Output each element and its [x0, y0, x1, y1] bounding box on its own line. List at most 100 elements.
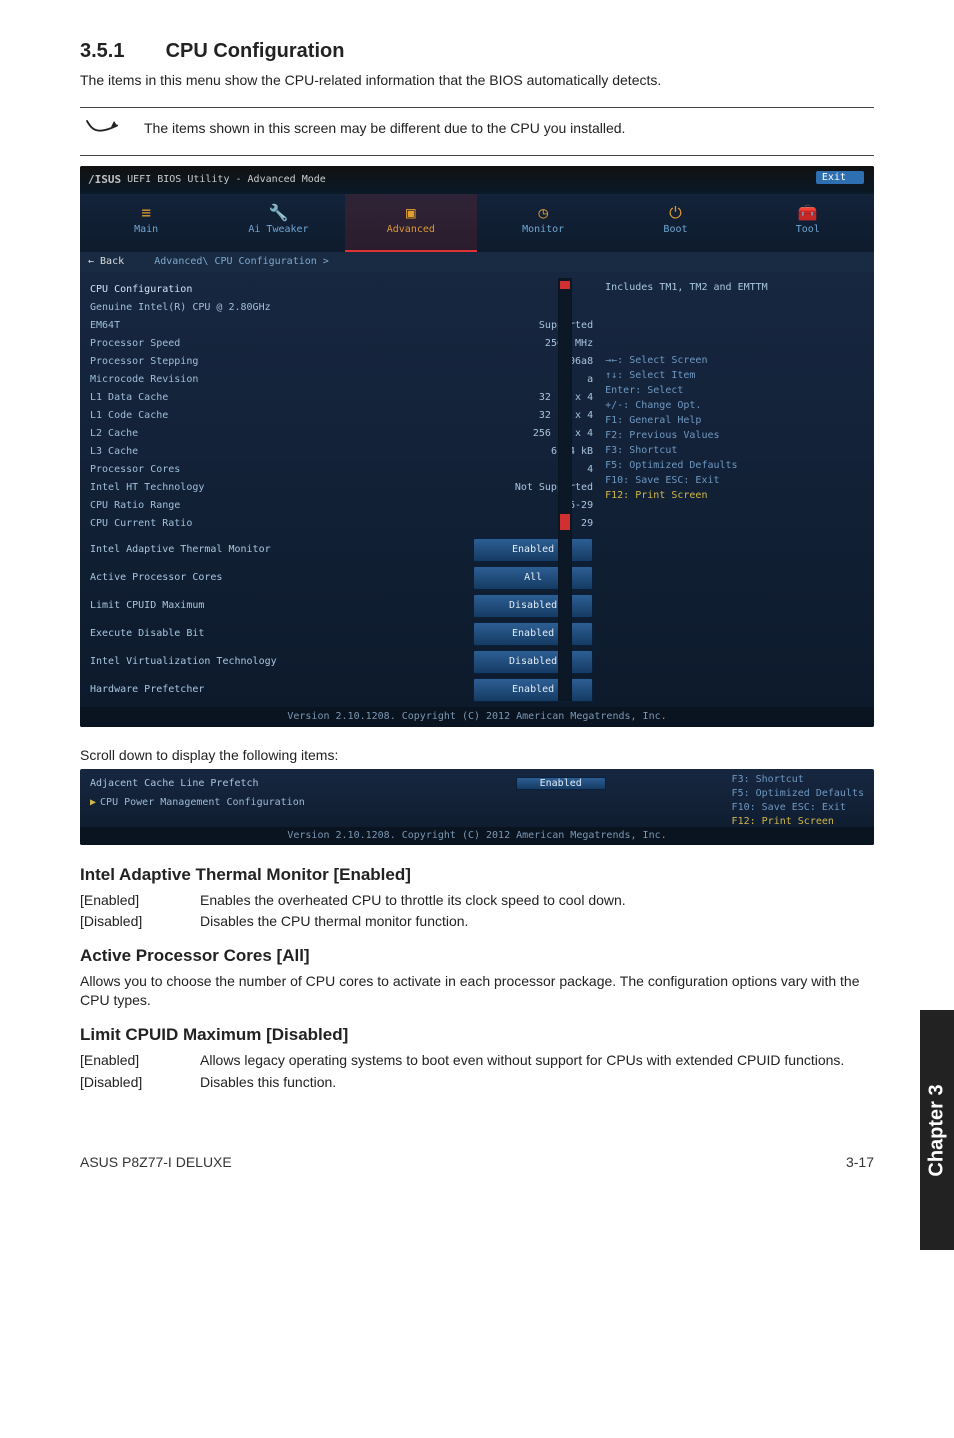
- bios-info-row: Processor Speed2500 MHz: [90, 335, 593, 353]
- info-value: 4: [473, 461, 593, 479]
- key-hint: +/-: Change Opt.: [605, 398, 841, 413]
- bios-info-row: L1 Data Cache32 kB x 4: [90, 389, 593, 407]
- bios-tab-bar: ≡Main 🔧Ai Tweaker ▣Advanced ◷Monitor ⏻Bo…: [80, 194, 874, 252]
- bios-info-row: Processor Stepping306a8: [90, 353, 593, 371]
- option-label: Hardware Prefetcher: [90, 679, 473, 701]
- bios-option-row[interactable]: Intel Adaptive Thermal MonitorEnabled: [90, 539, 593, 561]
- power-icon: ⏻: [609, 202, 741, 224]
- option-value-button[interactable]: All: [473, 566, 593, 590]
- tab-main[interactable]: ≡Main: [80, 194, 212, 252]
- key-hint: F12: Print Screen: [605, 488, 841, 503]
- option-tag: [Enabled]: [80, 1051, 200, 1071]
- option-desc: Allows legacy operating systems to boot …: [200, 1051, 874, 1071]
- bios-info-row: Processor Cores4: [90, 461, 593, 479]
- bios-body-heading: CPU Configuration: [90, 284, 593, 295]
- option-desc: Disables this function.: [200, 1073, 874, 1093]
- option-value-button[interactable]: Disabled: [473, 650, 593, 674]
- bios-option-row[interactable]: Intel Virtualization TechnologyDisabled: [90, 651, 593, 673]
- tab-monitor[interactable]: ◷Monitor: [477, 194, 609, 252]
- breadcrumb-path: Advanced\ CPU Configuration >: [154, 256, 329, 267]
- scrollbar[interactable]: [558, 278, 572, 701]
- bios-version-footer: Version 2.10.1208. Copyright (C) 2012 Am…: [80, 707, 874, 727]
- key-hint: F1: General Help: [605, 413, 841, 428]
- info-label: Processor Stepping: [90, 353, 473, 371]
- tab-main-label: Main: [134, 224, 158, 235]
- info-label: CPU Ratio Range: [90, 497, 473, 515]
- info-value: 16-29: [473, 497, 593, 515]
- info-value: 6144 kB: [473, 443, 593, 461]
- bios-info-row: L2 Cache256 kB x 4: [90, 425, 593, 443]
- bios-option-row[interactable]: Hardware PrefetcherEnabled: [90, 679, 593, 701]
- option-value-button[interactable]: Enabled: [473, 678, 593, 702]
- info-label: EM64T: [90, 317, 473, 335]
- note-icon: [80, 118, 124, 145]
- bios-info-list: Genuine Intel(R) CPU @ 2.80GHzEM64TSuppo…: [90, 299, 593, 533]
- page-footer: ASUS P8Z77-I DELUXE 3-17: [0, 1124, 954, 1210]
- submenu-label: CPU Power Management Configuration: [100, 797, 305, 808]
- section-title: CPU Configuration: [166, 40, 345, 62]
- bios-breadcrumb: ← Back Advanced\ CPU Configuration >: [80, 252, 874, 272]
- option-label: Limit CPUID Maximum: [90, 595, 473, 617]
- option-label: Execute Disable Bit: [90, 623, 473, 645]
- bios-info-row: CPU Ratio Range16-29: [90, 497, 593, 515]
- heading-lcm: Limit CPUID Maximum [Disabled]: [80, 1025, 874, 1045]
- option-enabled-row: [Enabled] Allows legacy operating system…: [80, 1051, 874, 1071]
- bios-logo: /ISUS: [88, 173, 121, 186]
- option-desc: Enables the overheated CPU to throttle i…: [200, 891, 874, 911]
- bios-option-row[interactable]: Limit CPUID MaximumDisabled: [90, 595, 593, 617]
- info-label: Processor Cores: [90, 461, 473, 479]
- info-value: Supported: [473, 317, 593, 335]
- bios-info-row: Microcode Revisiona: [90, 371, 593, 389]
- heading-apc: Active Processor Cores [All]: [80, 946, 874, 966]
- tab-boot[interactable]: ⏻Boot: [609, 194, 741, 252]
- option-value-button[interactable]: Enabled: [473, 622, 593, 646]
- option-disabled-row: [Disabled] Disables this function.: [80, 1073, 874, 1093]
- chapter-label: Chapter 3: [926, 1084, 949, 1176]
- bios-help-text: Includes TM1, TM2 and EMTTM: [605, 282, 841, 293]
- option-label: Intel Virtualization Technology: [90, 651, 473, 673]
- tab-boot-label: Boot: [663, 224, 687, 235]
- chapter-side-tab: Chapter 3: [920, 1010, 954, 1250]
- bios-exit-pill[interactable]: Exit: [816, 171, 864, 184]
- info-value: [473, 299, 593, 317]
- option-value-button[interactable]: Enabled: [516, 777, 606, 790]
- option-enabled-row: [Enabled] Enables the overheated CPU to …: [80, 891, 874, 911]
- bios-key-hints: F3: ShortcutF5: Optimized DefaultsF10: S…: [732, 773, 864, 829]
- info-value: 32 kB x 4: [473, 389, 593, 407]
- bios-info-row: Genuine Intel(R) CPU @ 2.80GHz: [90, 299, 593, 317]
- key-hint: F5: Optimized Defaults: [732, 787, 864, 801]
- note-text: The items shown in this screen may be di…: [124, 118, 625, 136]
- option-tag: [Disabled]: [80, 912, 200, 932]
- scroll-caption: Scroll down to display the following ite…: [80, 747, 874, 763]
- tab-advanced[interactable]: ▣Advanced: [345, 194, 477, 252]
- option-desc: Disables the CPU thermal monitor functio…: [200, 912, 874, 932]
- scroll-thumb[interactable]: [560, 514, 570, 530]
- intro-text: The items in this menu show the CPU-rela…: [80, 71, 874, 91]
- info-label: Genuine Intel(R) CPU @ 2.80GHz: [90, 299, 473, 317]
- section-heading: 3.5.1 CPU Configuration: [80, 40, 874, 63]
- tab-ai-tweaker[interactable]: 🔧Ai Tweaker: [212, 194, 344, 252]
- key-hint: →←: Select Screen: [605, 353, 841, 368]
- bios-version-footer: Version 2.10.1208. Copyright (C) 2012 Am…: [80, 827, 874, 845]
- key-hint: F10: Save ESC: Exit: [732, 801, 864, 815]
- option-label: Active Processor Cores: [90, 567, 473, 589]
- info-value: 256 kB x 4: [473, 425, 593, 443]
- info-label: CPU Current Ratio: [90, 515, 473, 533]
- option-value-button[interactable]: Disabled: [473, 594, 593, 618]
- wrench-icon: 🔧: [212, 202, 344, 224]
- breadcrumb-back[interactable]: ← Back: [88, 256, 124, 267]
- tab-tool[interactable]: 🧰Tool: [742, 194, 874, 252]
- gauge-icon: ◷: [477, 202, 609, 224]
- info-value: a: [473, 371, 593, 389]
- bios-option-row[interactable]: Execute Disable BitEnabled: [90, 623, 593, 645]
- bios-option-row[interactable]: Active Processor CoresAll: [90, 567, 593, 589]
- option-disabled-row: [Disabled] Disables the CPU thermal moni…: [80, 912, 874, 932]
- apc-paragraph: Allows you to choose the number of CPU c…: [80, 972, 874, 1011]
- scroll-thumb[interactable]: [560, 281, 570, 289]
- info-value: Not Supported: [473, 479, 593, 497]
- option-tag: [Enabled]: [80, 891, 200, 911]
- option-value-button[interactable]: Enabled: [473, 538, 593, 562]
- info-label: L2 Cache: [90, 425, 473, 443]
- info-value: 2500 MHz: [473, 335, 593, 353]
- info-value: 29: [473, 515, 593, 533]
